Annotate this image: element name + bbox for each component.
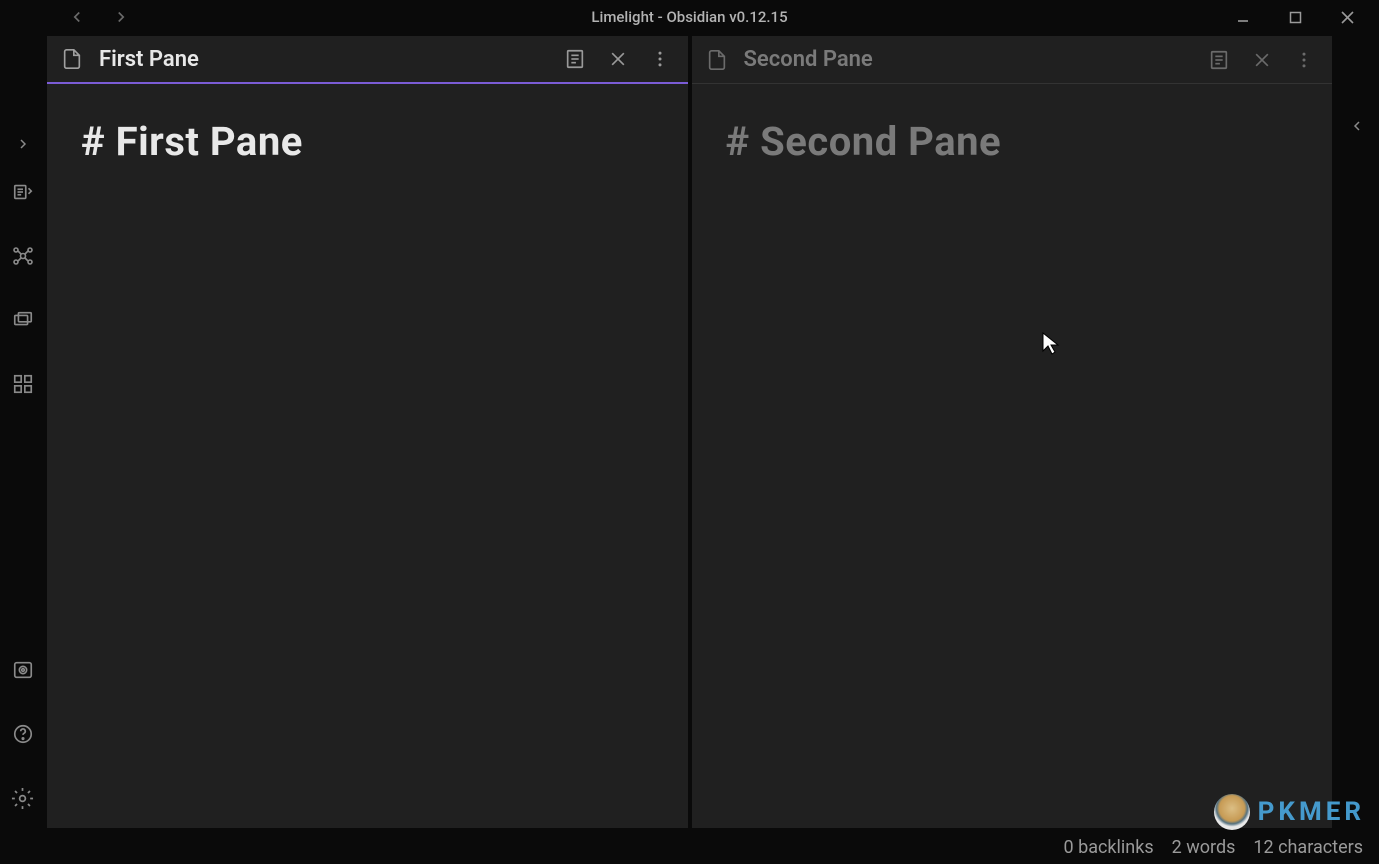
graph-view-icon[interactable] xyxy=(0,224,45,288)
pane-title: Second Pane xyxy=(744,47,1209,72)
pane-second[interactable]: Second Pane # Second Pane xyxy=(692,36,1333,828)
settings-icon[interactable] xyxy=(0,766,45,830)
window-maximize-button[interactable] xyxy=(1285,7,1305,27)
heading-text: # Second Pane xyxy=(726,118,1299,165)
window-controls xyxy=(1233,7,1379,27)
more-options-icon[interactable] xyxy=(1294,50,1314,70)
statusbar: 0 backlinks 2 words 12 characters xyxy=(0,830,1379,864)
expand-sidebar-button[interactable] xyxy=(0,128,45,160)
watermark: PKMER xyxy=(1214,794,1365,830)
preview-mode-icon[interactable] xyxy=(564,48,586,70)
status-backlinks[interactable]: 0 backlinks xyxy=(1064,837,1154,858)
pane-title: First Pane xyxy=(99,47,564,72)
expand-right-sidebar-button[interactable] xyxy=(1334,110,1379,142)
window-title: Limelight - Obsidian v0.12.15 xyxy=(0,8,1379,26)
more-options-icon[interactable] xyxy=(650,49,670,69)
pane-actions xyxy=(564,48,674,70)
vault-icon[interactable] xyxy=(0,638,45,702)
file-icon xyxy=(61,48,83,70)
pane-header: Second Pane xyxy=(692,36,1333,84)
close-pane-icon[interactable] xyxy=(1252,50,1272,70)
watermark-icon xyxy=(1214,794,1250,830)
close-pane-icon[interactable] xyxy=(608,49,628,69)
help-icon[interactable] xyxy=(0,702,45,766)
titlebar: Limelight - Obsidian v0.12.15 xyxy=(0,0,1379,34)
file-icon xyxy=(706,49,728,71)
pane-actions xyxy=(1208,49,1318,71)
right-ribbon xyxy=(1334,34,1379,830)
quick-switcher-icon[interactable] xyxy=(0,160,45,224)
editor-content[interactable]: # First Pane xyxy=(47,84,688,828)
status-characters: 12 characters xyxy=(1253,837,1363,858)
left-ribbon xyxy=(0,34,45,830)
window-close-button[interactable] xyxy=(1337,7,1357,27)
window-minimize-button[interactable] xyxy=(1233,7,1253,27)
preview-mode-icon[interactable] xyxy=(1208,49,1230,71)
status-words: 2 words xyxy=(1172,837,1236,858)
nav-arrows xyxy=(0,8,130,26)
nav-back-button[interactable] xyxy=(68,8,86,26)
nav-forward-button[interactable] xyxy=(112,8,130,26)
editor-content[interactable]: # Second Pane xyxy=(692,84,1333,828)
heading-text: # First Pane xyxy=(81,118,654,165)
pane-header: First Pane xyxy=(47,36,688,84)
command-palette-icon[interactable] xyxy=(0,352,45,416)
workspace: First Pane # First Pane Second Pan xyxy=(45,34,1334,830)
pane-first[interactable]: First Pane # First Pane xyxy=(47,36,688,828)
canvas-icon[interactable] xyxy=(0,288,45,352)
watermark-text: PKMER xyxy=(1258,797,1365,827)
